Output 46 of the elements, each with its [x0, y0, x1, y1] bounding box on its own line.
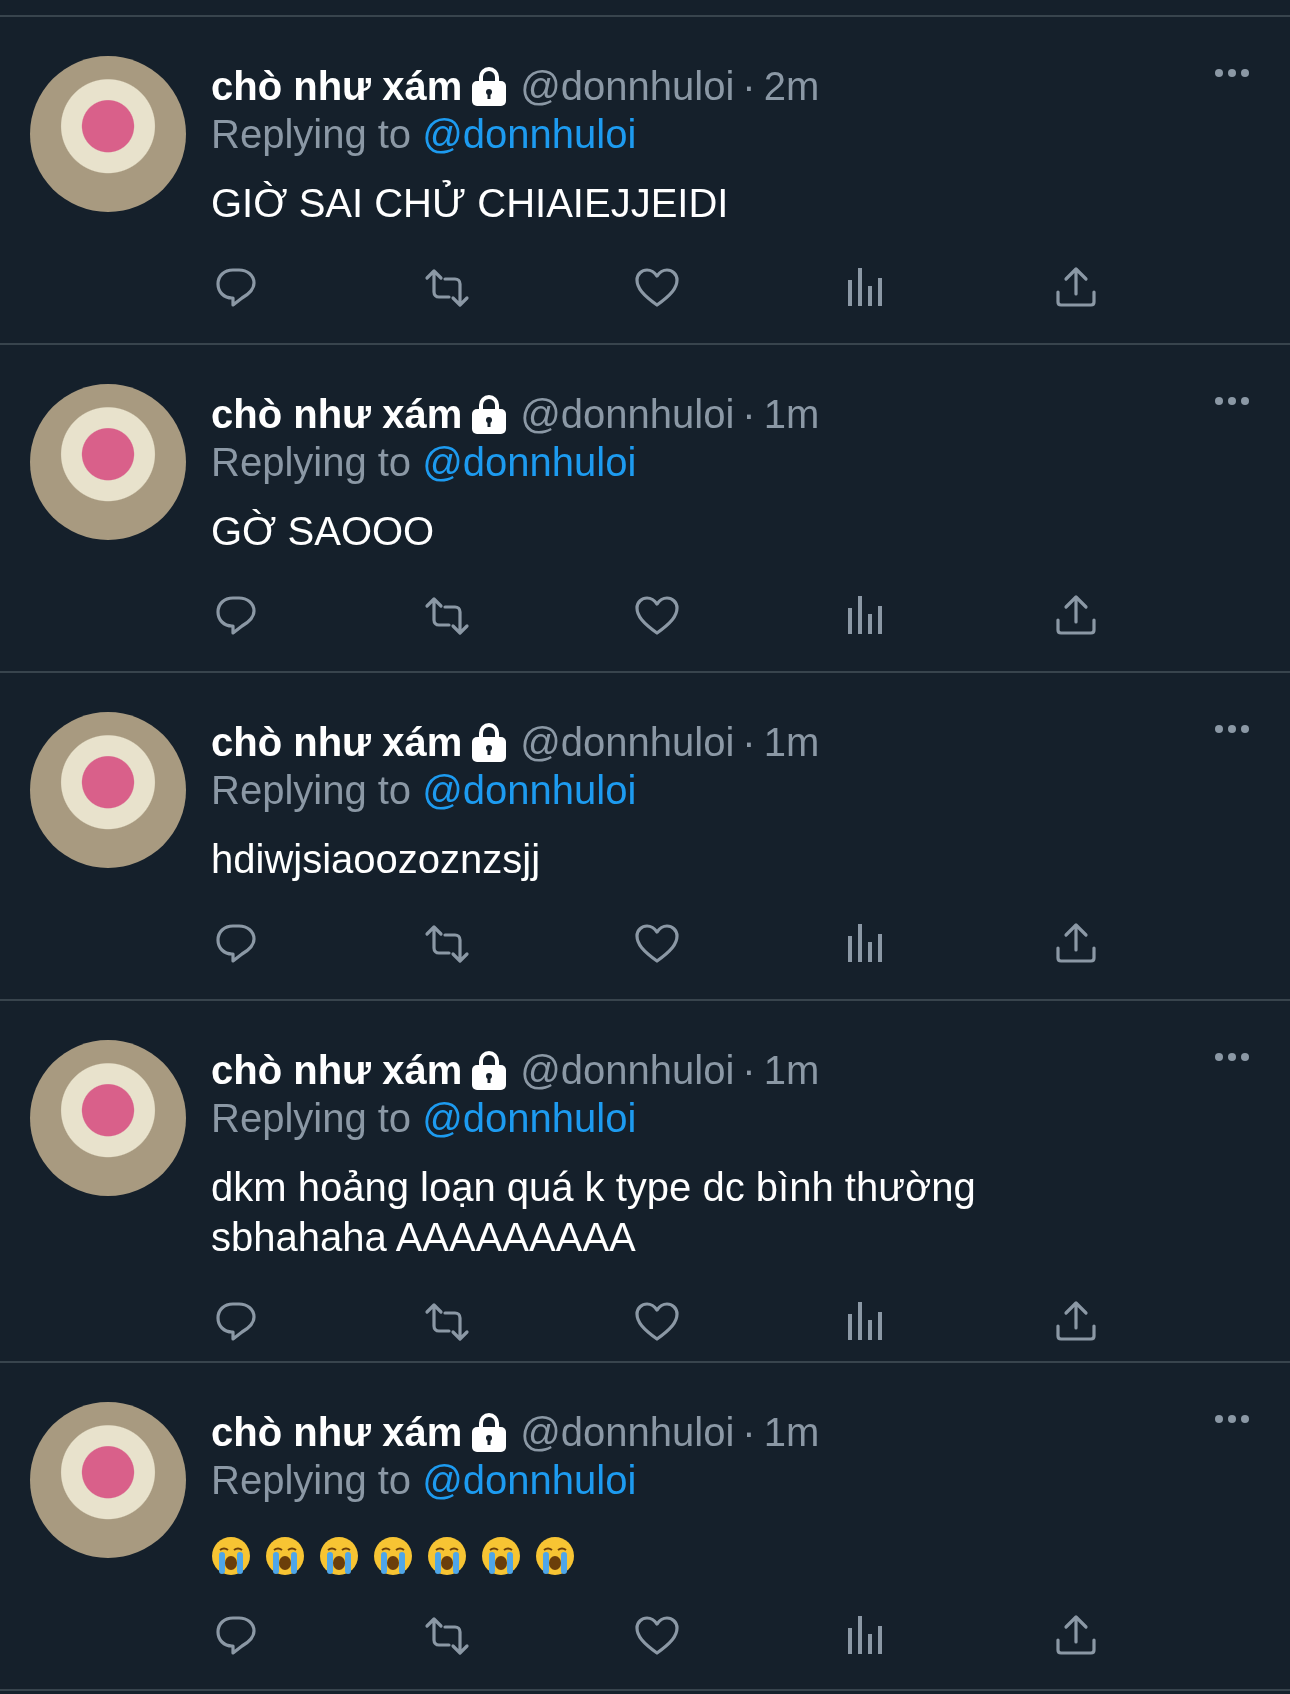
- replying-label: Replying to: [211, 1096, 412, 1140]
- separator: ·: [742, 1047, 756, 1094]
- separator: ·: [742, 719, 756, 766]
- crying-face-icon: [319, 1536, 359, 1576]
- user-name: chò như xám: [211, 1409, 463, 1456]
- user-handle: @donnhuloi: [520, 391, 735, 438]
- timestamp: 2m: [763, 63, 820, 110]
- mention-link[interactable]: @donnhuloi: [422, 1458, 637, 1502]
- timestamp: 1m: [763, 391, 820, 438]
- mention-link[interactable]: @donnhuloi: [422, 112, 637, 156]
- tweet-text: hdiwjsiaoozoznzsjj: [211, 836, 542, 883]
- user-handle: @donnhuloi: [520, 719, 735, 766]
- crying-face-icon: [427, 1536, 467, 1576]
- more-options-icon[interactable]: [1214, 724, 1250, 734]
- more-options-icon[interactable]: [1214, 1414, 1250, 1424]
- more-options-icon[interactable]: [1214, 396, 1250, 406]
- crying-face-icon: [211, 1536, 251, 1576]
- mention-link[interactable]: @donnhuloi: [422, 768, 637, 812]
- separator: ·: [742, 391, 756, 438]
- separator: ·: [742, 63, 756, 110]
- user-handle: @donnhuloi: [520, 1047, 735, 1094]
- user-name: chò như xám: [211, 63, 463, 110]
- tweet-text: GỜ SAOOO: [211, 508, 436, 555]
- user-handle: @donnhuloi: [520, 1409, 735, 1456]
- replying-label: Replying to: [211, 112, 412, 156]
- mention-link[interactable]: @donnhuloi: [422, 440, 637, 484]
- timestamp: 1m: [763, 1409, 820, 1456]
- separator: ·: [742, 1409, 756, 1456]
- user-name: chò như xám: [211, 719, 463, 766]
- timestamp: 1m: [763, 1047, 820, 1094]
- mention-link[interactable]: @donnhuloi: [422, 1096, 637, 1140]
- crying-face-icon: [481, 1536, 521, 1576]
- more-options-icon[interactable]: [1214, 1052, 1250, 1062]
- timestamp: 1m: [763, 719, 820, 766]
- replying-label: Replying to: [211, 440, 412, 484]
- user-handle: @donnhuloi: [520, 63, 735, 110]
- crying-face-icon: [373, 1536, 413, 1576]
- user-name: chò như xám: [211, 1047, 463, 1094]
- more-options-icon[interactable]: [1214, 68, 1250, 78]
- replying-label: Replying to: [211, 768, 412, 812]
- tweet-text: GIỜ SAI CHỬ CHIAIEJJEIDI: [211, 179, 730, 227]
- user-name: chò như xám: [211, 391, 463, 438]
- crying-face-icon: [535, 1536, 575, 1576]
- replying-label: Replying to: [211, 1458, 412, 1502]
- tweet-text: dkm hoảng loạn quá k type dc bình thường sbhahaha AAAAAAAAA: [211, 1164, 977, 1261]
- crying-face-icon: [265, 1536, 305, 1576]
